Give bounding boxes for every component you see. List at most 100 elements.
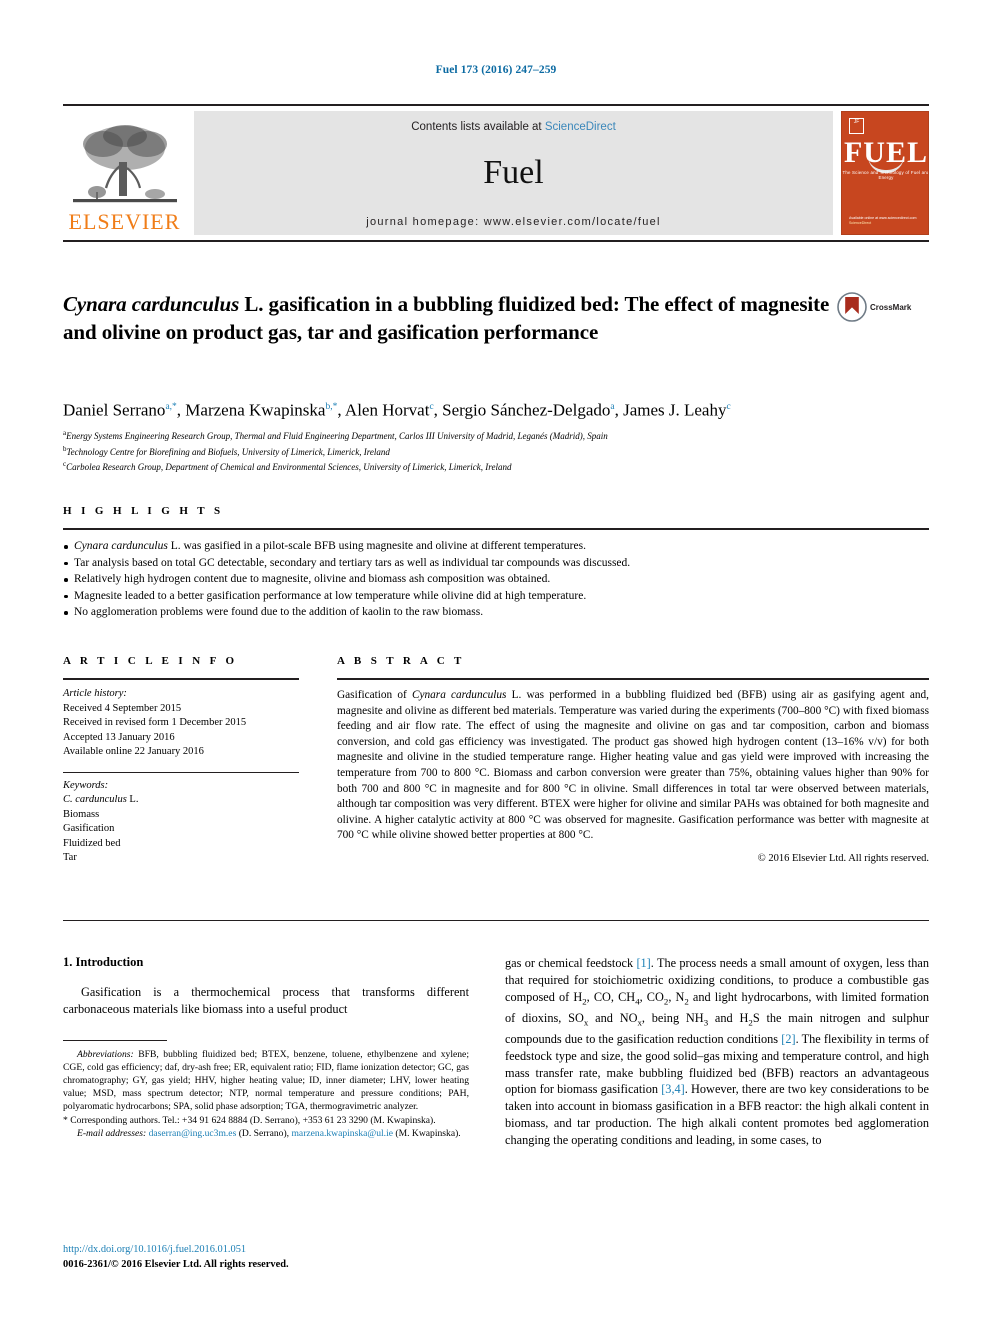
article-history-items: Received 4 September 2015 Received in rev…	[63, 702, 299, 760]
keyword-item: Biomass	[63, 808, 100, 820]
abstract-heading: A B S T R A C T	[337, 655, 465, 667]
doi-block: http://dx.doi.org/10.1016/j.fuel.2016.01…	[63, 1243, 493, 1272]
keyword-item: Tar	[63, 852, 77, 863]
article-history-item: Accepted 13 January 2016	[63, 731, 175, 743]
highlight-item: Cynara cardunculus L. was gasified in a …	[63, 539, 929, 555]
highlights-rule	[63, 528, 929, 530]
running-head: Fuel 173 (2016) 247–259	[435, 64, 557, 76]
email-link-kwapinska[interactable]: marzena.kwapinska@ul.ie	[291, 1128, 393, 1139]
sciencedirect-link[interactable]: ScienceDirect	[545, 121, 616, 133]
introduction-paragraph-right: gas or chemical feedstock [1]. The proce…	[505, 956, 929, 1147]
abstract-body: L. was performed in a bubbling fluidized…	[337, 689, 929, 842]
author-name: Daniel Serrano	[63, 400, 166, 420]
journal-cover-image: JF FUEL The Science and Technology of Fu…	[841, 111, 929, 235]
article-info-rule	[63, 678, 299, 680]
highlight-item: No agglomeration problems were found due…	[63, 605, 929, 621]
journal-masthead: ELSEVIER Contents lists available at Sci…	[63, 104, 929, 242]
abstract-species: Cynara cardunculus	[411, 689, 507, 701]
highlight-italic: Cynara cardunculus	[74, 540, 168, 552]
email-link-serrano[interactable]: daserran@ing.uc3m.es	[149, 1128, 237, 1139]
cover-footer: Available online at www.sciencedirect.co…	[849, 216, 919, 226]
abstract-lead: Gasification of	[337, 689, 412, 701]
author-name: James J. Leahy	[623, 400, 727, 420]
highlights-heading: H I G H L I G H T S	[63, 505, 224, 517]
body-column-left: 1. Introduction Gasification is a thermo…	[63, 955, 469, 1140]
author-name: Sergio Sánchez-Delgado	[442, 400, 611, 420]
email-owner-2: (M. Kwapinska).	[393, 1127, 461, 1139]
journal-band: Contents lists available at ScienceDirec…	[194, 111, 833, 235]
elsevier-wordmark: ELSEVIER	[68, 209, 181, 234]
masthead-bottom-rule	[63, 240, 929, 242]
abstract-section: A B S T R A C T Gasification of Cynara c…	[337, 655, 929, 864]
citation-ref-3[interactable]: [3,4]	[661, 1082, 685, 1096]
crossmark-badge[interactable]: CrossMark	[837, 292, 929, 322]
author-affiliation-mark: a,*	[165, 402, 177, 412]
contents-prefix: Contents lists available at	[411, 121, 545, 133]
abstract-copyright: © 2016 Elsevier Ltd. All rights reserved…	[757, 852, 929, 864]
introduction-heading: 1. Introduction	[63, 955, 144, 969]
keyword-item: Gasification	[63, 823, 115, 834]
body-column-right: gas or chemical feedstock [1]. The proce…	[505, 955, 929, 1149]
journal-title: Fuel	[483, 153, 544, 191]
author-affiliation-mark: a	[610, 402, 615, 412]
keywords-items: C. cardunculus L. Biomass Gasification Flui…	[63, 793, 299, 866]
keywords-label: Keywords:	[63, 779, 109, 791]
abbreviations-footnote: Abbreviations: BFB, bubbling fluidized b…	[63, 1048, 469, 1114]
author-affiliation-mark: b,*	[325, 402, 338, 412]
footnote-rule	[63, 1039, 167, 1041]
keyword-item: C. cardunculus L.	[63, 794, 139, 805]
affiliation-item: bTechnology Centre for Biorefining and B…	[63, 444, 390, 457]
author-name: Alen Horvat	[344, 400, 430, 420]
citation-ref-2[interactable]: [2]	[781, 1032, 795, 1046]
cover-subtitle: The Science and Technology of Fuel and E…	[842, 170, 929, 180]
citation-ref-1[interactable]: [1]	[636, 956, 650, 970]
page-title: Cynara cardunculus L. gasification in a …	[63, 290, 833, 346]
keyword-item: Fluidized bed	[63, 837, 121, 849]
article-history-item: Available online 22 January 2016	[63, 746, 204, 757]
email-label: E-mail addresses:	[77, 1127, 147, 1139]
highlight-item: Relatively high hydrogen content due to …	[63, 572, 929, 588]
affiliation-item: aEnergy Systems Engineering Research Gro…	[63, 429, 608, 441]
affiliation-list: aEnergy Systems Engineering Research Gro…	[63, 427, 943, 474]
paper-page: Fuel 173 (2016) 247–259 ELSEVIER Content…	[0, 0, 992, 1323]
email-footnote: E-mail addresses: daserran@ing.uc3m.es (…	[63, 1127, 469, 1140]
introduction-paragraph-left: Gasification is a thermochemical process…	[63, 985, 469, 1016]
title-block: Cynara cardunculus L. gasification in a …	[63, 290, 929, 346]
article-history-item: Received 4 September 2015	[63, 702, 182, 714]
journal-homepage[interactable]: journal homepage: www.elsevier.com/locat…	[366, 216, 661, 228]
affiliation-mark: c	[63, 460, 67, 468]
intro-right-a: gas or chemical feedstock	[505, 956, 637, 970]
crossmark-icon	[837, 292, 867, 322]
affiliation-mark: a	[63, 429, 67, 437]
affiliation-mark: b	[63, 444, 67, 453]
highlights-section: H I G H L I G H T S Cynara cardunculus L…	[63, 505, 929, 622]
corresponding-author-footnote: * Corresponding authors. Tel.: +34 91 62…	[63, 1114, 436, 1126]
abbreviations-label: Abbreviations:	[77, 1048, 134, 1060]
author-name: Marzena Kwapinska	[185, 400, 326, 420]
issn-copyright: 0016-2361/© 2016 Elsevier Ltd. All right…	[63, 1258, 289, 1270]
affiliation-item: cCarbolea Research Group, Department of …	[63, 460, 512, 472]
body-separator-rule	[63, 920, 929, 921]
article-info-section: A R T I C L E I N F O Article history: R…	[63, 655, 299, 866]
elsevier-tree-icon	[72, 125, 177, 203]
elsevier-logo: ELSEVIER	[63, 111, 186, 235]
highlight-item: Magnesite leaded to a better gasificatio…	[63, 589, 929, 605]
article-history-label: Article history:	[63, 688, 127, 699]
article-history-block: Article history: Received 4 September 20…	[63, 687, 299, 866]
article-history-item: Received in revised form 1 December 2015	[63, 717, 247, 728]
doi-link[interactable]: http://dx.doi.org/10.1016/j.fuel.2016.01…	[63, 1243, 493, 1258]
cover-badge: JF	[849, 118, 864, 134]
keyword-italic: C. cardunculus	[63, 794, 127, 805]
author-affiliation-mark: c	[429, 402, 434, 412]
email-owner-1: (D. Serrano),	[236, 1127, 292, 1139]
crossmark-label: CrossMark	[870, 302, 912, 312]
abstract-text: Gasification of Cynara cardunculus L. wa…	[337, 688, 929, 844]
title-species: Cynara cardunculus	[63, 292, 240, 316]
highlight-item: Tar analysis based on total GC detectabl…	[63, 556, 929, 572]
article-info-heading: A R T I C L E I N F O	[63, 655, 238, 667]
keywords-rule	[63, 771, 299, 773]
author-affiliation-mark: c	[726, 402, 731, 412]
highlights-list: Cynara cardunculus L. was gasified in a …	[63, 539, 929, 621]
abstract-rule	[337, 678, 929, 680]
cover-footer-line2: ScienceDirect	[849, 221, 872, 225]
